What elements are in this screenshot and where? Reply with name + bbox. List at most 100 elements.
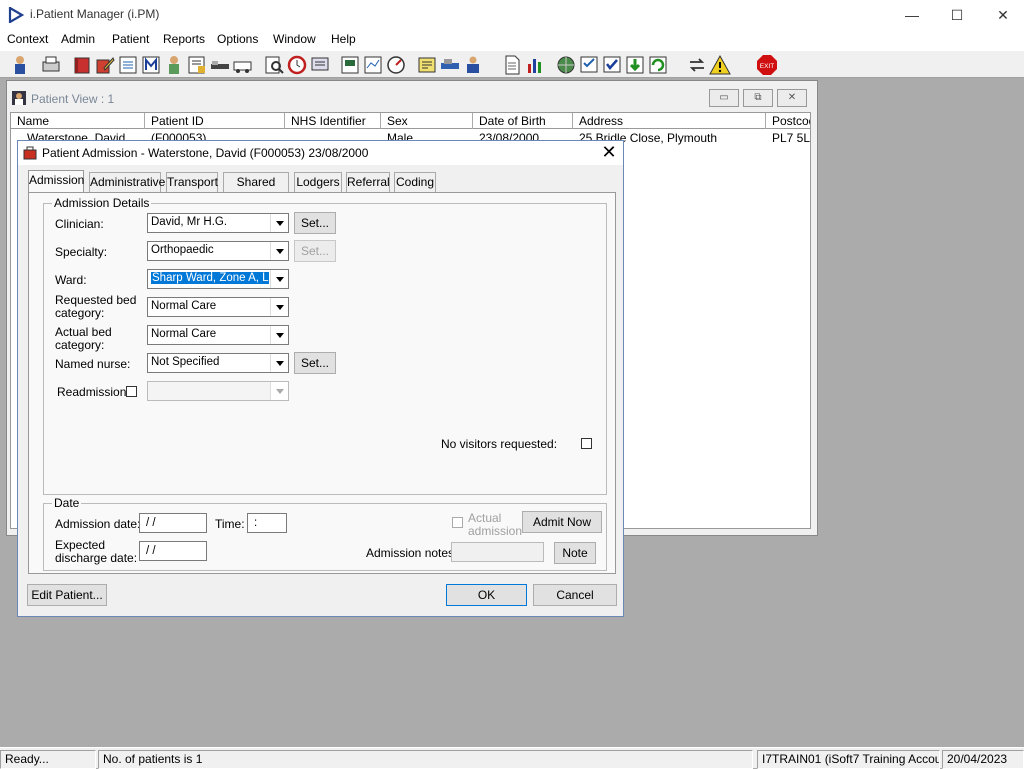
user-icon[interactable]: [9, 54, 31, 76]
menu-help[interactable]: Help: [331, 32, 356, 46]
chart-icon[interactable]: [339, 54, 361, 76]
column-header-dob[interactable]: Date of Birth: [473, 113, 573, 129]
patient-view-titlebar: Patient View : 1 ▭ ⧉ ✕: [7, 81, 817, 115]
gauge-icon[interactable]: [385, 54, 407, 76]
people-icon[interactable]: [462, 54, 484, 76]
readmission-select[interactable]: [147, 381, 289, 401]
tab-coding[interactable]: Coding: [394, 172, 436, 192]
chevron-down-icon[interactable]: [270, 326, 288, 344]
admit-now-button[interactable]: Admit Now: [522, 511, 602, 533]
actual-bed-value: Normal Care: [151, 328, 217, 340]
cancel-button[interactable]: Cancel: [533, 584, 617, 606]
m-icon[interactable]: [140, 54, 162, 76]
transfer-icon[interactable]: [439, 54, 461, 76]
requested-bed-value: Normal Care: [151, 300, 217, 312]
patient-view-close-button[interactable]: ✕: [777, 89, 807, 107]
tab-referral[interactable]: Referral: [346, 172, 390, 192]
tab-transport[interactable]: Transport: [166, 172, 218, 192]
checklist-icon[interactable]: [578, 54, 600, 76]
list-icon[interactable]: [117, 54, 139, 76]
dialog-close-button[interactable]: ✕: [596, 141, 622, 165]
check-doc-icon[interactable]: [601, 54, 623, 76]
column-header-patient-id[interactable]: Patient ID: [145, 113, 285, 129]
time-input[interactable]: :: [247, 513, 287, 533]
ambulance-icon[interactable]: [232, 54, 254, 76]
admission-notes-input[interactable]: [451, 542, 544, 562]
globe-icon[interactable]: [555, 54, 577, 76]
patient-view-minimize-button[interactable]: ▭: [709, 89, 739, 107]
book-icon[interactable]: [71, 54, 93, 76]
exit-label: EXIT: [760, 63, 774, 70]
chevron-down-icon[interactable]: [270, 214, 288, 232]
chevron-down-icon[interactable]: [270, 298, 288, 316]
report-icon[interactable]: [362, 54, 384, 76]
monitor-icon[interactable]: [309, 54, 331, 76]
readmission-checkbox[interactable]: [126, 386, 137, 397]
warning-icon[interactable]: [709, 54, 731, 76]
chevron-down-icon[interactable]: [270, 382, 288, 400]
maximize-button[interactable]: ☐: [934, 0, 980, 30]
ok-button[interactable]: OK: [446, 584, 527, 606]
menu-reports[interactable]: Reports: [163, 32, 205, 46]
clinician-set-button[interactable]: Set...: [294, 212, 336, 234]
specialty-select[interactable]: Orthopaedic: [147, 241, 289, 261]
admission-date-input[interactable]: / /: [139, 513, 207, 533]
cell-postcode: PL7 5LP: [772, 131, 811, 145]
note-button[interactable]: Note: [554, 542, 596, 564]
named-nurse-select[interactable]: Not Specified: [147, 353, 289, 373]
named-nurse-value: Not Specified: [151, 356, 220, 368]
menu-admin[interactable]: Admin: [61, 32, 95, 46]
minimize-button[interactable]: —: [889, 0, 935, 30]
close-button[interactable]: ✕: [980, 0, 1024, 30]
title-bar: i.Patient Manager (i.PM) — ☐ ✕: [0, 0, 1024, 30]
exit-icon[interactable]: EXIT: [756, 54, 778, 76]
actual-bed-select[interactable]: Normal Care: [147, 325, 289, 345]
document-icon[interactable]: [501, 54, 523, 76]
patient-view-restore-button[interactable]: ⧉: [743, 89, 773, 107]
expected-discharge-input[interactable]: / /: [139, 541, 207, 561]
admission-tab-panel: Admission Details Clinician: David, Mr H…: [28, 192, 616, 574]
chevron-down-icon[interactable]: [270, 242, 288, 260]
specialty-set-button[interactable]: Set...: [294, 240, 336, 262]
search-doc-icon[interactable]: [263, 54, 285, 76]
column-header-nhs[interactable]: NHS Identifier: [285, 113, 381, 129]
requested-bed-label-2: category:: [55, 306, 105, 320]
date-group: Date Admission date: / / Time: : Actual …: [43, 496, 607, 571]
clinician-select[interactable]: David, Mr H.G.: [147, 213, 289, 233]
requested-bed-select[interactable]: Normal Care: [147, 297, 289, 317]
menu-options[interactable]: Options: [217, 32, 258, 46]
chevron-down-icon[interactable]: [270, 270, 288, 288]
briefcase-icon: [23, 146, 37, 160]
doctor-icon[interactable]: [163, 54, 185, 76]
tab-admission[interactable]: Admission: [28, 170, 84, 193]
tab-administrative[interactable]: Administrative: [89, 172, 165, 192]
refresh-icon[interactable]: [647, 54, 669, 76]
menu-context[interactable]: Context: [7, 32, 48, 46]
bar-chart-icon[interactable]: [524, 54, 546, 76]
swap-icon[interactable]: [686, 54, 708, 76]
form-icon[interactable]: [186, 54, 208, 76]
column-header-postcode[interactable]: Postcode: [766, 113, 810, 129]
chevron-down-icon[interactable]: [270, 354, 288, 372]
green-arrow-icon[interactable]: [624, 54, 646, 76]
clock-icon[interactable]: [286, 54, 308, 76]
column-header-address[interactable]: Address: [573, 113, 766, 129]
no-visitors-checkbox[interactable]: [581, 438, 592, 449]
notes-icon[interactable]: [416, 54, 438, 76]
menu-bar: Context Admin Patient Reports Options Wi…: [0, 30, 1024, 50]
named-nurse-set-button[interactable]: Set...: [294, 352, 336, 374]
ward-select[interactable]: Sharp Ward, Zone A, Lev: [147, 269, 289, 289]
column-header-name[interactable]: Name: [11, 113, 145, 129]
bed-icon[interactable]: [209, 54, 231, 76]
actual-admission-checkbox[interactable]: [452, 517, 463, 528]
no-visitors-label: No visitors requested:: [441, 437, 558, 451]
column-header-sex[interactable]: Sex: [381, 113, 473, 129]
status-bar: Ready... No. of patients is 1 I7TRAIN01 …: [0, 747, 1024, 769]
menu-window[interactable]: Window: [273, 32, 316, 46]
tab-shared-care[interactable]: Shared Care: [223, 172, 289, 207]
menu-patient[interactable]: Patient: [112, 32, 149, 46]
print-icon[interactable]: [40, 54, 62, 76]
edit-icon[interactable]: [94, 54, 116, 76]
edit-patient-button[interactable]: Edit Patient...: [27, 584, 107, 606]
tab-lodgers[interactable]: Lodgers: [294, 172, 342, 192]
